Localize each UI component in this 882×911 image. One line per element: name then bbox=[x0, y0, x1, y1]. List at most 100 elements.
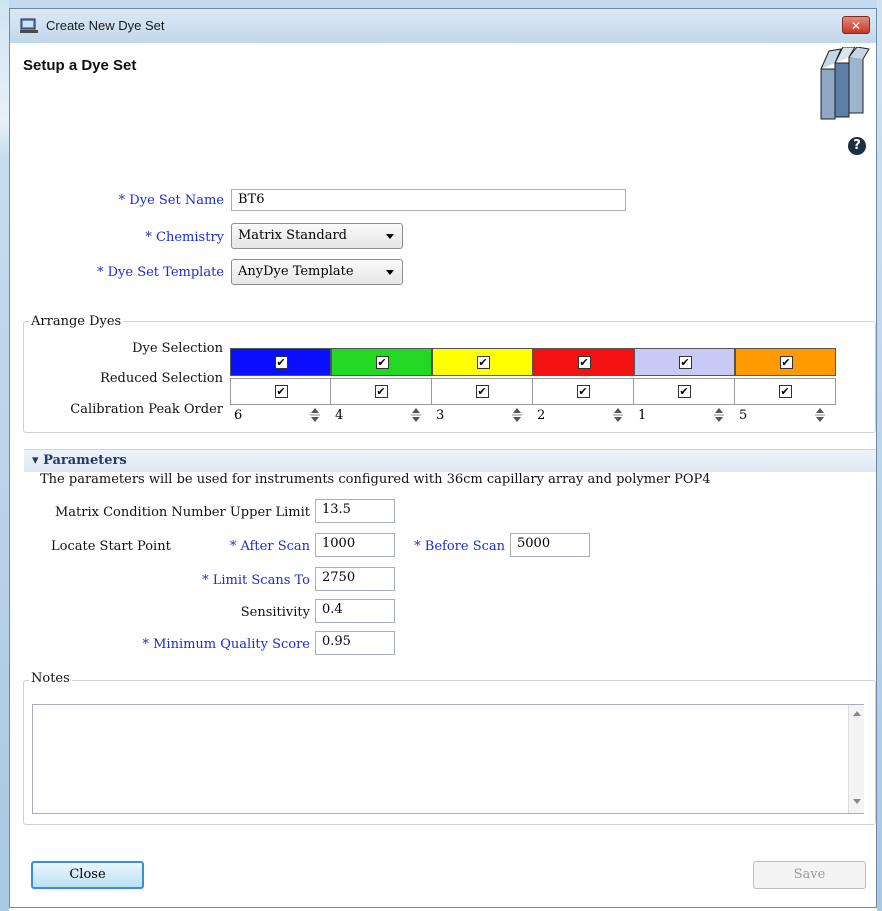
calibration-order-spinner[interactable]: 1 bbox=[634, 406, 736, 428]
required-mark: * bbox=[229, 539, 237, 554]
calibration-peak-order-label: Calibration Peak Order bbox=[70, 402, 223, 417]
spinner-arrows-icon[interactable] bbox=[411, 406, 421, 424]
required-mark: * bbox=[96, 265, 104, 280]
window-frame-top bbox=[0, 0, 882, 8]
chevron-down-icon bbox=[386, 270, 394, 275]
before-scan-label: * Before Scan bbox=[402, 539, 505, 554]
calibration-order-spinner[interactable]: 4 bbox=[331, 406, 433, 428]
required-mark: * bbox=[202, 573, 209, 588]
sensitivity-label: Sensitivity bbox=[240, 605, 310, 620]
spinner-arrows-icon[interactable] bbox=[512, 406, 522, 424]
dye-selection-checkbox[interactable]: ✔ bbox=[274, 356, 288, 369]
template-text: Dye Set Template bbox=[107, 265, 224, 280]
save-button[interactable]: Save bbox=[753, 861, 866, 889]
spinner-arrows-icon[interactable] bbox=[815, 406, 825, 424]
after-scan-text: After Scan bbox=[240, 539, 310, 554]
sensitivity-input[interactable]: 0.4 bbox=[315, 599, 395, 623]
template-value: AnyDye Template bbox=[238, 264, 354, 279]
limit-scans-text: Limit Scans To bbox=[212, 573, 310, 588]
dye-color-cell: ✔ bbox=[230, 348, 331, 376]
title-bar[interactable]: Create New Dye Set ✕ bbox=[10, 9, 876, 43]
reduced-selection-checkbox[interactable]: ✔ bbox=[475, 385, 489, 398]
dye-set-name-input[interactable]: BT6 bbox=[231, 189, 626, 211]
limit-scans-label: * Limit Scans To bbox=[160, 573, 310, 588]
chemistry-text: Chemistry bbox=[156, 230, 224, 245]
chemistry-select[interactable]: Matrix Standard bbox=[231, 223, 403, 249]
template-select[interactable]: AnyDye Template bbox=[231, 259, 403, 285]
parameters-header[interactable]: ▾ Parameters bbox=[24, 449, 876, 472]
calibration-order-value: 3 bbox=[436, 408, 445, 423]
minimum-quality-input[interactable]: 0.95 bbox=[315, 631, 395, 655]
reduced-selection-cell: ✔ bbox=[634, 378, 735, 405]
chevron-down-icon bbox=[386, 234, 394, 239]
calibration-order-spinner[interactable]: 6 bbox=[230, 406, 332, 428]
dye-selection-checkbox[interactable]: ✔ bbox=[779, 356, 793, 369]
notes-scrollbar[interactable] bbox=[848, 705, 864, 813]
calibration-order-value: 2 bbox=[537, 408, 546, 423]
reduced-selection-checkbox[interactable]: ✔ bbox=[576, 385, 590, 398]
parameters-title-text: Parameters bbox=[43, 453, 127, 468]
template-label: * Dye Set Template bbox=[70, 265, 224, 280]
reduced-selection-checkbox[interactable]: ✔ bbox=[374, 385, 388, 398]
dye-set-name-label: * Dye Set Name bbox=[70, 193, 224, 208]
dye-color-cell: ✔ bbox=[533, 348, 634, 376]
dye-selection-checkbox[interactable]: ✔ bbox=[375, 356, 389, 369]
reduced-selection-cell: ✔ bbox=[230, 378, 331, 405]
dialog-window: Create New Dye Set ✕ Setup a Dye Set ? *… bbox=[9, 8, 877, 908]
after-scan-label: * After Scan bbox=[190, 539, 310, 554]
dye-selection-checkbox[interactable]: ✔ bbox=[678, 356, 692, 369]
dye-set-name-text: Dye Set Name bbox=[129, 193, 224, 208]
notes-textarea[interactable] bbox=[32, 704, 864, 814]
dye-color-cell: ✔ bbox=[735, 348, 836, 376]
matrix-condition-label: Matrix Condition Number Upper Limit bbox=[54, 505, 310, 520]
dye-color-cell: ✔ bbox=[331, 348, 432, 376]
chemistry-value: Matrix Standard bbox=[238, 228, 347, 243]
reduced-selection-checkbox[interactable]: ✔ bbox=[274, 385, 288, 398]
calibration-order-value: 1 bbox=[638, 408, 647, 423]
reduced-selection-cell: ✔ bbox=[735, 378, 836, 405]
reduced-selection-cell: ✔ bbox=[432, 378, 533, 405]
dye-selection-label: Dye Selection bbox=[132, 341, 223, 356]
scroll-down-icon[interactable] bbox=[853, 799, 861, 804]
minimum-quality-label: * Minimum Quality Score bbox=[110, 637, 310, 652]
before-scan-input[interactable]: 5000 bbox=[510, 533, 590, 557]
matrix-condition-input[interactable]: 13.5 bbox=[315, 499, 395, 523]
window-frame-right bbox=[877, 0, 882, 911]
app-icon bbox=[20, 18, 38, 33]
required-mark: * bbox=[118, 193, 126, 208]
spinner-arrows-icon[interactable] bbox=[613, 406, 623, 424]
required-mark: * bbox=[414, 539, 421, 554]
close-button[interactable]: Close bbox=[31, 861, 144, 889]
dye-selection-checkbox[interactable]: ✔ bbox=[476, 356, 490, 369]
reduced-selection-checkbox[interactable]: ✔ bbox=[778, 385, 792, 398]
reduced-selection-cell: ✔ bbox=[331, 378, 432, 405]
scroll-up-icon[interactable] bbox=[853, 711, 861, 716]
reduced-selection-checkbox[interactable]: ✔ bbox=[677, 385, 691, 398]
required-mark: * bbox=[142, 637, 149, 652]
help-icon[interactable]: ? bbox=[848, 137, 866, 155]
calibration-order-value: 4 bbox=[335, 408, 344, 423]
parameters-title: ▾ Parameters bbox=[32, 453, 127, 468]
notes-title: Notes bbox=[29, 671, 72, 686]
required-mark: * bbox=[145, 230, 152, 245]
calibration-order-value: 5 bbox=[739, 408, 748, 423]
calibration-order-spinner[interactable]: 3 bbox=[432, 406, 534, 428]
arrange-dyes-title: Arrange Dyes bbox=[29, 314, 124, 329]
before-scan-text: Before Scan bbox=[424, 539, 505, 554]
calibration-order-value: 6 bbox=[234, 408, 243, 423]
window-frame-left bbox=[0, 0, 9, 911]
parameters-description: The parameters will be used for instrume… bbox=[40, 472, 711, 487]
calibration-order-spinner[interactable]: 2 bbox=[533, 406, 635, 428]
minimum-quality-text: Minimum Quality Score bbox=[153, 637, 310, 652]
page-title: Setup a Dye Set bbox=[23, 57, 137, 74]
window-title: Create New Dye Set bbox=[46, 18, 165, 33]
dye-selection-checkbox[interactable]: ✔ bbox=[577, 356, 591, 369]
after-scan-input[interactable]: 1000 bbox=[315, 533, 395, 557]
reduced-selection-cell: ✔ bbox=[533, 378, 634, 405]
dye-color-cell: ✔ bbox=[432, 348, 533, 376]
calibration-order-spinner[interactable]: 5 bbox=[735, 406, 837, 428]
spinner-arrows-icon[interactable] bbox=[310, 406, 320, 424]
spinner-arrows-icon[interactable] bbox=[714, 406, 724, 424]
close-window-icon[interactable]: ✕ bbox=[842, 16, 870, 34]
limit-scans-input[interactable]: 2750 bbox=[315, 567, 395, 591]
